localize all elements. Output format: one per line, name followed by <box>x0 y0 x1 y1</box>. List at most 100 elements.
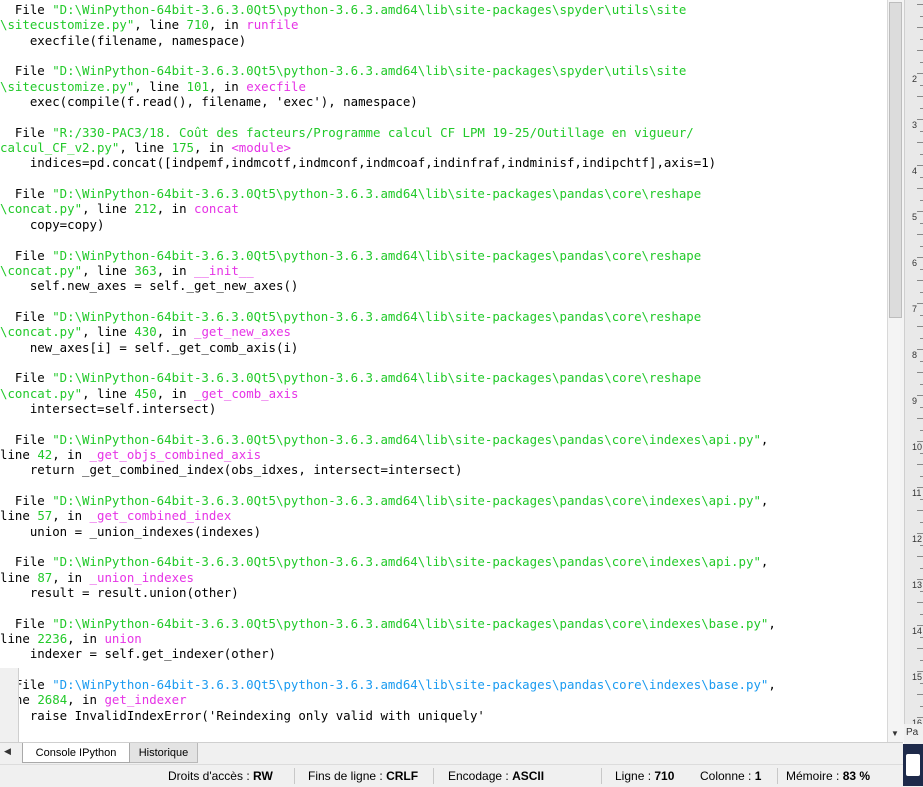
traceback-function-name: execfile <box>246 78 306 94</box>
traceback-function-name: get_indexer <box>104 692 187 708</box>
traceback-line-number: 42 <box>37 446 53 462</box>
traceback-line-number: 101 <box>186 78 209 94</box>
ruler-tick <box>917 119 923 120</box>
traceback-code-line: copy=copy) <box>29 216 105 232</box>
traceback-code-line: indexer = self.get_indexer(other) <box>29 646 277 662</box>
ruler-tick <box>917 510 923 511</box>
line-status: Ligne : 710 <box>615 769 675 783</box>
ruler-tick <box>917 326 923 327</box>
ruler-tick <box>917 50 923 51</box>
ruler-tick <box>917 234 923 235</box>
taskbar-app-icon[interactable] <box>903 744 923 786</box>
ruler-tick <box>917 441 923 442</box>
access-rights-status: Droits d'accès : RW <box>168 769 273 783</box>
console-left-margin <box>0 668 19 742</box>
console-scrollbar[interactable]: ▼ <box>887 0 904 742</box>
ipython-console[interactable]: File "D:\WinPython-64bit-3.6.3.0Qt5\pyth… <box>0 0 887 742</box>
ruler-number: 13 <box>912 580 923 590</box>
traceback-file-path: "D:\WinPython-64bit-3.6.3.0Qt5\python-3.… <box>0 2 687 33</box>
traceback-output: File "D:\WinPython-64bit-3.6.3.0Qt5\pyth… <box>0 2 776 723</box>
ruler-tick <box>917 602 923 603</box>
traceback-file-path: "D:\WinPython-64bit-3.6.3.0Qt5\python-3.… <box>0 186 702 217</box>
ruler-tick <box>917 694 923 695</box>
traceback-function-name: runfile <box>246 17 299 33</box>
tab-scroll-arrow-icon[interactable]: ◀ <box>4 746 11 757</box>
ruler-tick <box>917 4 923 5</box>
traceback-code-line: exec(compile(f.read(), filename, 'exec')… <box>29 94 418 110</box>
traceback-function-name: _get_new_axes <box>194 324 291 340</box>
traceback-line-number: 212 <box>134 201 157 217</box>
ruler-tick <box>917 556 923 557</box>
ruler-number: 6 <box>912 258 918 268</box>
ruler-number: 9 <box>912 396 918 406</box>
traceback-function-name: concat <box>194 201 239 217</box>
traceback-function-name: _get_combined_index <box>89 508 232 524</box>
traceback-file-path: "D:\WinPython-64bit-3.6.3.0Qt5\python-3.… <box>52 554 761 570</box>
column-status: Colonne : 1 <box>700 769 762 783</box>
traceback-file-path: "D:\WinPython-64bit-3.6.3.0Qt5\python-3.… <box>52 677 769 693</box>
ruler-tick <box>917 349 923 350</box>
ruler-tick <box>917 464 923 465</box>
ruler-number: 12 <box>912 534 923 544</box>
ruler-tick <box>917 625 923 626</box>
traceback-function-name: union <box>104 631 142 647</box>
ruler-tick <box>917 27 923 28</box>
traceback-code-line: self.new_axes = self._get_new_axes() <box>29 278 299 294</box>
traceback-line-number: 175 <box>171 140 194 156</box>
traceback-file-path: "D:\WinPython-64bit-3.6.3.0Qt5\python-3.… <box>52 493 761 508</box>
traceback-code-line: union = _union_indexes(indexes) <box>29 523 262 539</box>
ruler-number: 2 <box>912 74 918 84</box>
ruler-tick <box>917 533 923 534</box>
ruler-tick <box>917 165 923 166</box>
ruler-number: 5 <box>912 212 918 222</box>
ruler-tick <box>917 188 923 189</box>
tab-historique[interactable]: Historique <box>130 743 198 763</box>
status-bar: Droits d'accès : RW Fins de ligne : CRLF… <box>0 764 923 787</box>
traceback-code-line: result = result.union(other) <box>29 585 239 601</box>
ruler-tick <box>917 142 923 143</box>
traceback-line-number: 87 <box>37 569 53 585</box>
ruler-tick <box>917 671 923 672</box>
traceback-file-path: "D:\WinPython-64bit-3.6.3.0Qt5\python-3.… <box>0 370 702 401</box>
traceback-line-number: 2236 <box>37 631 68 647</box>
ruler-tick <box>917 648 923 649</box>
ruler-number: 7 <box>912 304 918 314</box>
ruler-number: 15 <box>912 672 923 682</box>
ruler-tick <box>917 257 923 258</box>
scroll-down-arrow-icon[interactable]: ▼ <box>891 729 899 738</box>
traceback-line-number: 363 <box>134 262 157 278</box>
memory-status: Mémoire : 83 % <box>786 769 871 783</box>
ruler-tick <box>917 717 923 718</box>
traceback-function-name: _union_indexes <box>89 569 194 585</box>
tab-console-ipython[interactable]: Console IPython <box>22 743 130 763</box>
ruler-tick <box>917 372 923 373</box>
ruler-tick <box>917 280 923 281</box>
traceback-line-number: 450 <box>134 385 157 401</box>
ruler-number: 10 <box>912 442 923 452</box>
traceback-line-number: 57 <box>37 508 53 524</box>
ruler-tick <box>917 96 923 97</box>
traceback-function-name: _get_objs_combined_axis <box>89 446 262 462</box>
traceback-line-number: 710 <box>186 17 209 33</box>
traceback-function-name: _get_comb_axis <box>194 385 299 401</box>
ruler-tick <box>917 395 923 396</box>
console-tab-bar: ◀ Console IPython Historique <box>0 742 903 765</box>
ruler-tick <box>917 211 923 212</box>
traceback-code-line: execfile(filename, namespace) <box>29 32 247 48</box>
traceback-file-path: "D:\WinPython-64bit-3.6.3.0Qt5\python-3.… <box>52 431 761 447</box>
traceback-code-line: intersect=self.intersect) <box>29 400 217 416</box>
traceback-code-line: indices=pd.concat([indpemf,indmcotf,indm… <box>29 155 717 171</box>
traceback-file-path: "D:\WinPython-64bit-3.6.3.0Qt5\python-3.… <box>52 615 769 631</box>
eol-status: Fins de ligne : CRLF <box>308 769 419 783</box>
traceback-file-path: "D:\WinPython-64bit-3.6.3.0Qt5\python-3.… <box>0 308 702 340</box>
traceback-line-number: 430 <box>134 324 157 340</box>
ruler-number: 8 <box>912 350 918 360</box>
traceback-file-path: "D:\WinPython-64bit-3.6.3.0Qt5\python-3.… <box>0 247 702 278</box>
ruler-number: 4 <box>912 166 918 176</box>
panel-label[interactable]: Pa <box>904 724 923 744</box>
scrollbar-thumb[interactable] <box>889 2 902 318</box>
ruler-number: 3 <box>912 120 918 130</box>
traceback-code-line: raise InvalidIndexError('Reindexing only… <box>29 707 485 723</box>
ruler-tick <box>917 487 923 488</box>
traceback-function-name: __init__ <box>194 262 254 278</box>
